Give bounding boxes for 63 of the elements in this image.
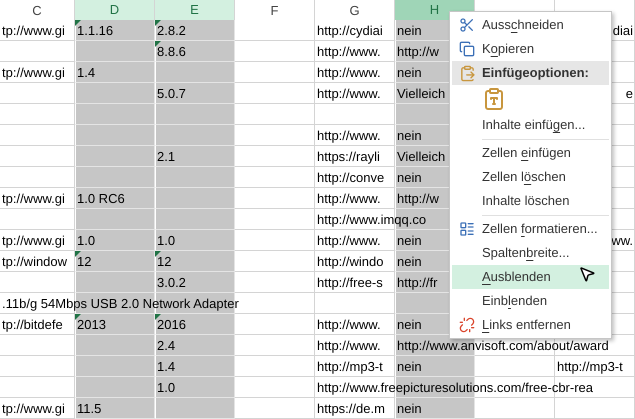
cell-text: nein [396,316,423,334]
cell-text: http://free-s [316,274,384,292]
cell-text: nein [396,252,423,271]
cell-text: nein [396,64,423,82]
cell-text: http://mp3-t [316,358,384,376]
cell-text: 2.4 [156,336,176,355]
cell-text: 2016 [156,316,187,334]
cell-text: 2013 [76,316,107,334]
cell-text: tp://www.gi [1,64,66,82]
cell-text: http://www. [316,316,382,334]
cell-text: tp://www.gi [1,22,66,40]
cell-text: tp://www.gi [1,400,66,418]
cell-text: 1.4 [156,358,176,376]
cell-text: https://de.m [316,400,386,418]
cell-text: 1.1.16 [76,22,114,40]
cell-text: nein [396,400,423,418]
cell-text: 12 [156,252,172,271]
cell-text: http://w [396,42,440,61]
cell-text: http://www. [316,190,382,208]
cell-text: Vielleich [396,84,446,103]
cell-text: tp://www.gi [1,232,66,250]
cell-text: 11.5 [76,400,102,418]
cell-text: http://www. [316,336,382,355]
cell-text: nein [396,22,423,40]
cell-text: https://rayli [316,148,381,166]
cell-text: 5.0.7 [156,84,187,103]
cell-text: ww. [610,232,634,250]
cell-text: 2.8.2 [156,22,187,40]
cell-text: http://fr [396,274,438,292]
cell-text: nein [396,168,423,187]
cell-text: http://www. [316,126,382,145]
cell-text: Vielleich [396,148,446,166]
cell-text: http://cydiai [316,22,384,40]
cell-text: 1.0 [76,232,96,250]
cell-text: http://mp3-t [556,358,624,376]
cell-text: 12 [76,252,92,271]
cell-text: http://www.anvisoft.com/about/award [396,336,610,355]
cell-text: .11b/g 54Mbps USB 2.0 Network Adapter [1,294,240,313]
cell-text: http://w [396,190,440,208]
cell-text: tp://www.gi [1,190,66,208]
cell-text: http://www.imqq.co [316,210,428,229]
cell-text: 1.0 [156,232,176,250]
cell-text: 3.0.2 [156,274,187,292]
cell-text: tp://window [1,252,68,271]
cell-text: 8.8.6 [156,42,187,61]
cell-text: 1.0 [156,378,176,397]
cell-text: nein [396,232,423,250]
cell-text: http://www. [316,232,382,250]
menu-section-header: Einfügeoptionen: [452,61,609,85]
cell-text: http://windo [316,252,384,271]
cell-text: diai [612,22,634,40]
cell-text: tp://bitdefe [1,316,64,334]
cell-text: http://www. [316,84,382,103]
cell-text: http://www.freepicturesolutions.com/free-cbr-rea [316,378,594,397]
cell-text: http://www. [316,64,382,82]
cell-text: http://conve [316,168,386,187]
cell-text: 2.1 [156,148,176,166]
cell-text: 1.0 RC6 [76,190,126,208]
cell-text: http://www. [316,42,382,61]
cell-text: nein [396,126,423,145]
cell-text: nein [396,358,423,376]
cell-text: 1.4 [76,64,96,82]
cell-text: e [624,84,634,103]
